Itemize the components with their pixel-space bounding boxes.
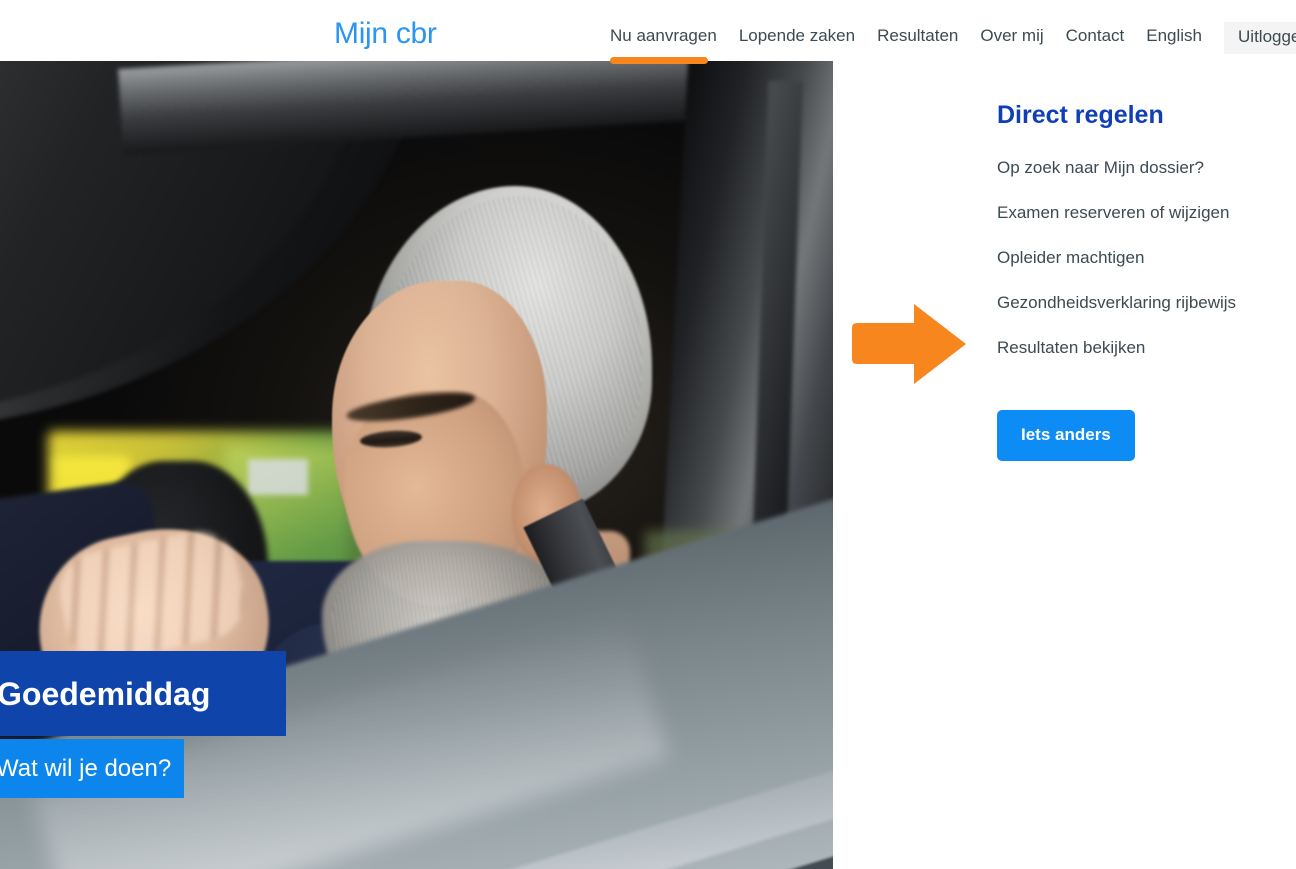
- page-root: Mijn cbr Nu aanvragen Lopende zaken Resu…: [0, 0, 1296, 869]
- nav-item-english[interactable]: English: [1135, 22, 1213, 50]
- list-item: Gezondheidsverklaring rijbewijs: [997, 292, 1287, 314]
- list-item: Opleider machtigen: [997, 247, 1287, 269]
- nav-item-resultaten[interactable]: Resultaten: [866, 22, 969, 50]
- link-gezondheidsverklaring-rijbewijs[interactable]: Gezondheidsverklaring rijbewijs: [997, 293, 1236, 312]
- background-sign-blur: [248, 459, 308, 495]
- question-banner: Wat wil je doen?: [0, 739, 184, 798]
- greeting-banner: Goedemiddag: [0, 651, 286, 736]
- orange-right-arrow-icon: [852, 304, 966, 384]
- nav-item-nu-aanvragen[interactable]: Nu aanvragen: [610, 22, 728, 64]
- link-examen-reserveren[interactable]: Examen reserveren of wijzigen: [997, 203, 1229, 222]
- nav-item-uitloggen[interactable]: Uitloggen: [1224, 22, 1296, 54]
- list-item: Resultaten bekijken: [997, 337, 1287, 359]
- direct-regelen-panel: Direct regelen Op zoek naar Mijn dossier…: [997, 100, 1287, 461]
- quick-links-list: Op zoek naar Mijn dossier? Examen reserv…: [997, 157, 1287, 359]
- link-mijn-dossier[interactable]: Op zoek naar Mijn dossier?: [997, 158, 1204, 177]
- list-item: Op zoek naar Mijn dossier?: [997, 157, 1287, 179]
- nav-item-lopende-zaken[interactable]: Lopende zaken: [728, 22, 866, 50]
- link-resultaten-bekijken[interactable]: Resultaten bekijken: [997, 338, 1145, 357]
- question-text: Wat wil je doen?: [0, 754, 172, 782]
- nav-item-contact[interactable]: Contact: [1055, 22, 1136, 50]
- panel-title: Direct regelen: [997, 101, 1164, 129]
- list-item: Examen reserveren of wijzigen: [997, 202, 1287, 224]
- hero-photo-container: Goedemiddag Wat wil je doen?: [0, 61, 833, 869]
- link-opleider-machtigen[interactable]: Opleider machtigen: [997, 248, 1144, 267]
- site-header: Mijn cbr Nu aanvragen Lopende zaken Resu…: [0, 0, 1296, 64]
- nav-item-over-mij[interactable]: Over mij: [969, 22, 1054, 50]
- iets-anders-button[interactable]: Iets anders: [997, 410, 1135, 461]
- driver-nose: [328, 411, 398, 503]
- brand-logo[interactable]: Mijn cbr: [334, 17, 437, 51]
- greeting-text: Goedemiddag: [0, 675, 211, 712]
- main-navigation: Nu aanvragen Lopende zaken Resultaten Ov…: [610, 22, 1296, 64]
